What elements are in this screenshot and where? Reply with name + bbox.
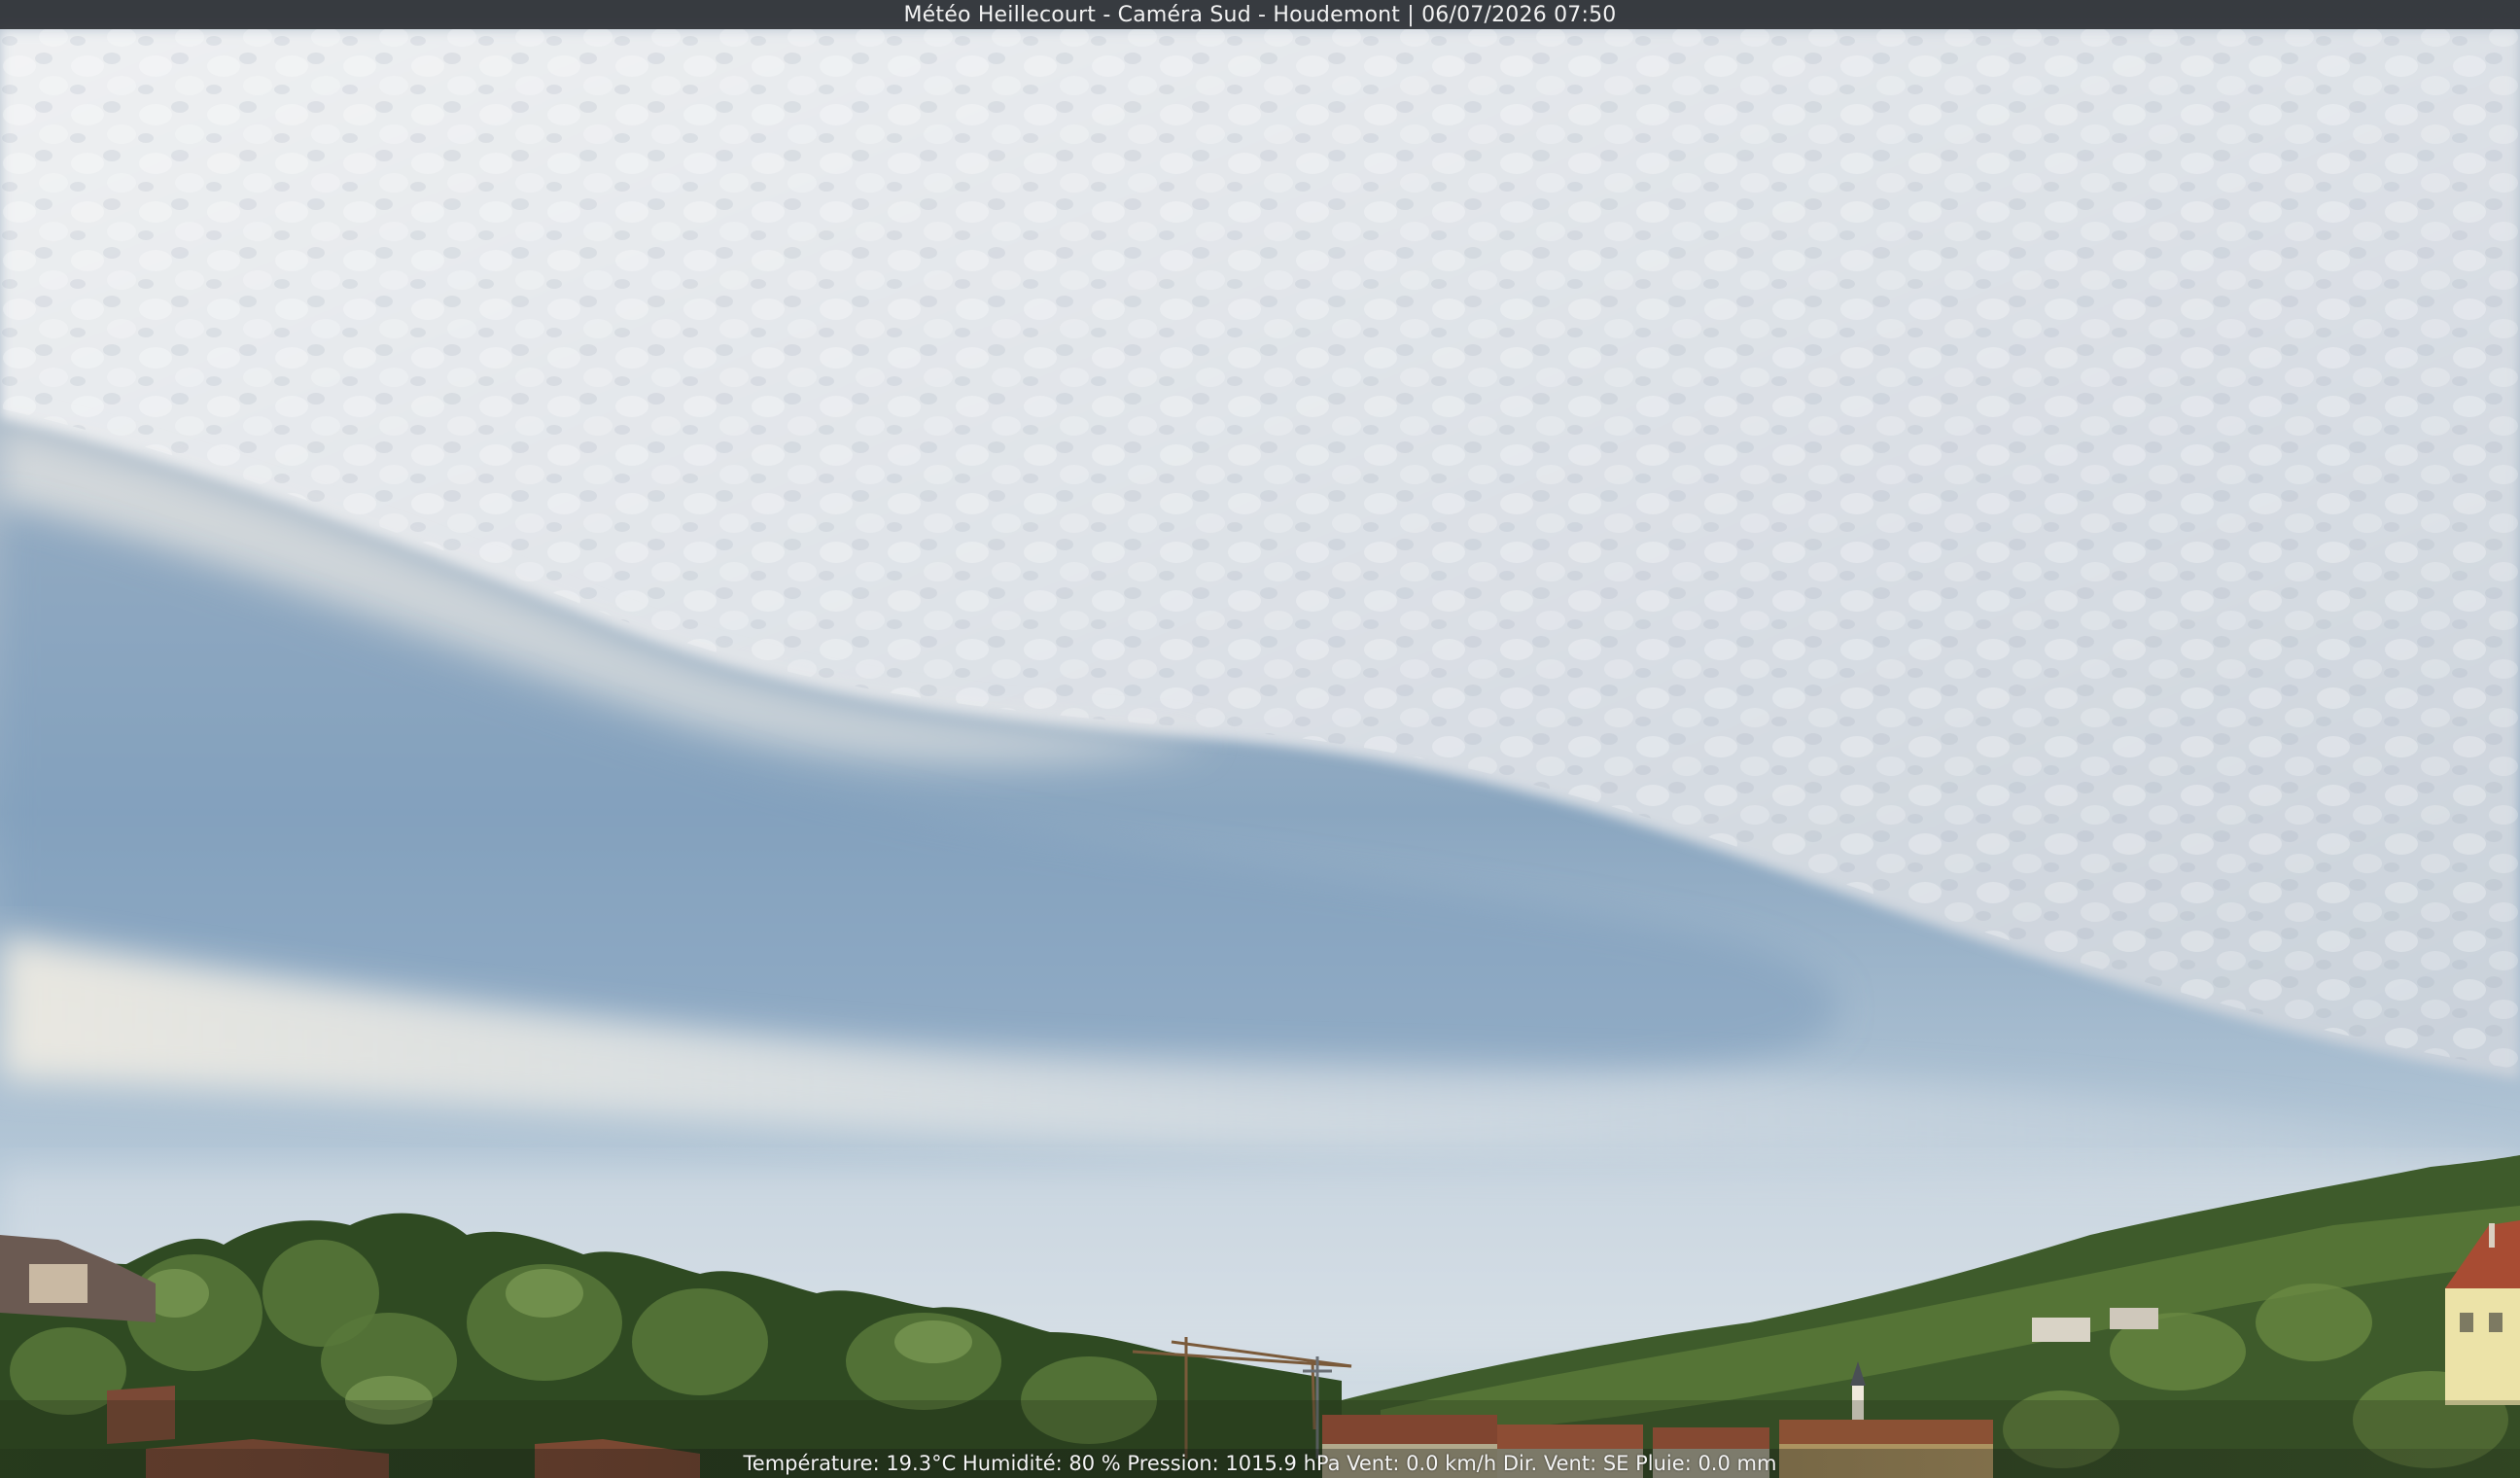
camera-title-bar: Météo Heillecourt - Caméra Sud - Houdemo… [0, 0, 2520, 29]
camera-title: Météo Heillecourt - Caméra Sud - Houdemo… [903, 2, 1617, 27]
webcam-scene [0, 0, 2520, 1478]
webcam-frame: Météo Heillecourt - Caméra Sud - Houdemo… [0, 0, 2520, 1478]
weather-readout-bar: Température: 19.3°C Humidité: 80 % Press… [0, 1449, 2520, 1478]
weather-readout: Température: 19.3°C Humidité: 80 % Press… [743, 1452, 1777, 1475]
